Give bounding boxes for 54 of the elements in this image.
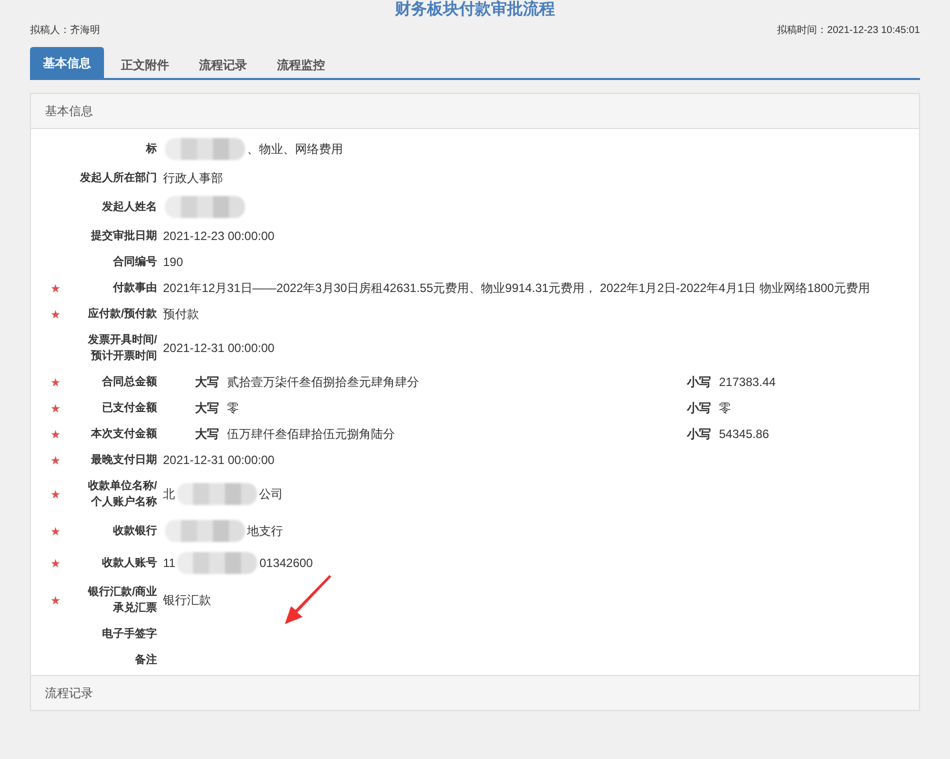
tab[interactable]: 正文附件 <box>108 51 182 80</box>
field-value: 贰拾壹万柒仟叁佰捌拾叁元肆角肆分 <box>227 374 419 390</box>
section-header: 流程记录 <box>31 675 919 710</box>
field-label: 最晚支付日期 <box>91 452 157 468</box>
field-label: 大写 <box>195 400 219 416</box>
field-label: 收款单位名称/个人账户名称 <box>86 478 157 510</box>
field-label: 发起人姓名 <box>102 200 157 215</box>
field-value: 2021-12-23 00:00:00 <box>163 228 274 244</box>
field-value: 2021-12-31 00:00:00 <box>163 340 274 356</box>
field-value: 11 <box>163 555 176 571</box>
field-value: 、物业、网络费用 <box>247 141 343 157</box>
field-label: 合同编号 <box>113 254 157 270</box>
field-label: 合同总金额 <box>102 374 157 390</box>
field-label: 收款人账号 <box>102 556 157 571</box>
field-label: 小写 <box>687 400 711 416</box>
tab[interactable]: 流程记录 <box>186 51 260 80</box>
field-label: 小写 <box>687 374 711 390</box>
field-value: 地支行 <box>247 523 283 539</box>
tab[interactable]: 流程监控 <box>264 51 338 80</box>
field-label: 银行汇款/商业承兑汇票 <box>86 584 157 616</box>
field-value: 零 <box>227 400 239 416</box>
field-value: 伍万肆仟叁佰肆拾伍元捌角陆分 <box>227 426 395 442</box>
field-value: 银行汇款 <box>163 592 211 608</box>
field-value: 零 <box>719 400 731 416</box>
field-value: 2021年12月31日——2022年3月30日房租42631.55元费用、物业9914.31元费用， 2022年1月2日-2022年4月1日 物业网络1800元费用 <box>163 280 870 296</box>
field-label: 提交审批日期 <box>91 228 157 244</box>
field-label: 大写 <box>195 426 219 442</box>
field-value: 190 <box>163 254 184 270</box>
field-value: 北 <box>163 486 175 502</box>
field-value: 217383.44 <box>719 374 776 390</box>
field-label: 本次支付金额 <box>91 426 157 442</box>
field-value: 公司 <box>259 486 283 502</box>
field-label: 发起人所在部门 <box>80 170 157 186</box>
tab[interactable]: 基本信息 <box>30 47 104 78</box>
drafter-text: 拟稿人：齐海明 <box>30 24 100 38</box>
pointer-arrow <box>283 575 333 625</box>
field-value: 预付款 <box>163 306 199 322</box>
field-label: 付款事由 <box>113 280 157 296</box>
field-value: 54345.86 <box>719 426 770 442</box>
field-label: 备注 <box>135 652 157 668</box>
section-header: 基本信息 <box>31 94 919 129</box>
field-value: 行政人事部 <box>163 170 223 186</box>
draft-time-text: 拟稿时间：2021-12-23 10:45:01 <box>777 24 920 38</box>
field-label: 应付款/预付款 <box>88 306 157 322</box>
field-label: 发票开具时间/预计开票时间 <box>86 332 157 364</box>
field-label: 已支付金额 <box>102 400 157 416</box>
field-label: 电子手签字 <box>102 626 157 642</box>
page-title: 财务板块付款审批流程 <box>395 0 555 20</box>
field-label: 收款银行 <box>113 524 157 539</box>
field-value: 2021-12-31 00:00:00 <box>163 452 274 468</box>
field-label: 小写 <box>687 426 711 442</box>
field-value: 01342600 <box>259 555 313 571</box>
field-label: 标 <box>146 142 157 157</box>
field-label: 大写 <box>195 374 219 390</box>
